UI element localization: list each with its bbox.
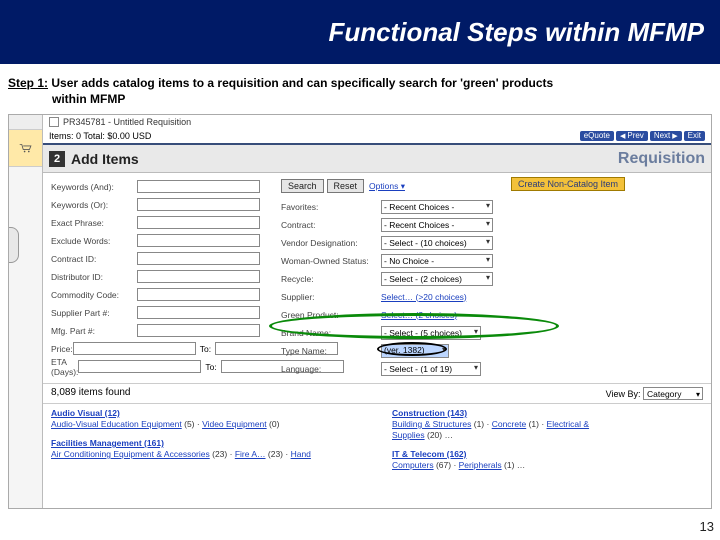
exit-button[interactable]: Exit [684,131,705,141]
options-menu[interactable]: Options ▾ [369,181,405,192]
wizard-rail [9,115,43,508]
view-by-select[interactable]: Category [643,387,703,400]
cat-video-equipment[interactable]: Video Equipment [202,419,267,429]
document-icon [49,117,59,127]
label-exclude: Exclude Words: [51,236,137,246]
search-button[interactable]: Search [281,179,324,193]
label-brand-name: Brand Name: [281,328,381,338]
label-vendor-designation: Vendor Designation: [281,238,381,248]
eta-from-input[interactable] [78,360,201,373]
green-product-select[interactable]: Select… (2 choices) [381,310,457,320]
label-supplier: Supplier: [281,292,381,302]
contract-select[interactable]: - Recent Choices - [381,218,493,232]
step-number-badge: 2 [49,151,65,167]
favorites-select[interactable]: - Recent Choices - [381,200,493,214]
breadcrumb: PR345781 - Untitled Requisition [43,115,711,129]
cat-computers[interactable]: Computers [392,460,434,470]
rail-collapse-handle[interactable] [9,227,19,263]
label-commodity: Commodity Code: [51,290,137,300]
category-results: Audio Visual (12) Audio-Visual Education… [43,404,711,471]
label-favorites: Favorites: [281,202,381,212]
context-label: Requisition [618,150,705,168]
keywords-or-input[interactable] [137,198,260,211]
cat-electrical[interactable]: Electrical & [547,419,590,429]
breadcrumb-text: PR345781 - Untitled Requisition [63,117,191,127]
label-keywords-or: Keywords (Or): [51,200,137,210]
label-contract: Contract: [281,220,381,230]
supplier-part-input[interactable] [137,306,260,319]
label-eta: ETA (Days): [51,357,78,377]
label-distributor-id: Distributor ID: [51,272,137,282]
cat-construction[interactable]: Construction (143) [392,408,467,418]
label-price: Price: [51,344,73,354]
commodity-code-input[interactable] [137,288,260,301]
cat-supplies[interactable]: Supplies [392,430,425,440]
distributor-id-input[interactable] [137,270,260,283]
label-language: Language: [281,364,381,374]
vendor-designation-select[interactable]: - Select - (10 choices) [381,236,493,250]
cat-ac-equipment[interactable]: Air Conditioning Equipment & Accessories [51,449,210,459]
slide-title: Functional Steps within MFMP [328,17,704,48]
view-by-label: View By: [606,389,641,399]
wizard-cart-icon[interactable] [9,129,42,167]
label-recycle: Recycle: [281,274,381,284]
section-header: 2 Add Items Requisition [43,143,711,173]
exclude-words-input[interactable] [137,234,260,247]
label-green-product: Green Product: [281,310,381,320]
mfg-part-input[interactable] [137,324,260,337]
label-to-price: To: [200,344,211,354]
next-button[interactable]: Next▶ [650,131,682,141]
cat-fire[interactable]: Fire A… [235,449,266,459]
label-supplier-part: Supplier Part #: [51,308,137,318]
keywords-and-input[interactable] [137,180,260,193]
filter-panel: Keywords (And): Keywords (Or): Exact Phr… [43,173,711,384]
step-description: Step 1: User adds catalog items to a req… [0,64,720,112]
language-select[interactable]: - Select - (1 of 19) [381,362,481,376]
cat-building[interactable]: Building & Structures [392,419,471,429]
cat-it-telecom[interactable]: IT & Telecom (162) [392,449,466,459]
price-from-input[interactable] [73,342,196,355]
label-mfg-part: Mfg. Part #: [51,326,137,336]
slide-title-bar: Functional Steps within MFMP [0,0,720,64]
more-dots-2[interactable]: … [517,460,526,470]
results-count: 8,089 items found [51,387,131,400]
woman-owned-select[interactable]: - No Choice - [381,254,493,268]
contract-id-input[interactable] [137,252,260,265]
supplier-select[interactable]: Select… (>20 choices) [381,292,467,302]
label-exact: Exact Phrase: [51,218,137,228]
step-text-b: within MFMP [8,92,712,106]
more-dots[interactable]: … [444,430,453,440]
page-number: 13 [700,519,714,534]
cat-peripherals[interactable]: Peripherals [459,460,502,470]
label-type-name: Type Name: [281,346,381,356]
reset-button[interactable]: Reset [327,179,365,193]
label-to-eta: To: [205,362,216,372]
label-keywords-and: Keywords (And): [51,182,137,192]
prev-button[interactable]: ◀Prev [616,131,648,141]
exact-phrase-input[interactable] [137,216,260,229]
label-woman-owned: Woman-Owned Status: [281,256,381,266]
step-text-a: User adds catalog items to a requisition… [51,76,553,90]
cat-hand[interactable]: Hand [291,449,311,459]
create-non-catalog-button[interactable]: Create Non-Catalog Item [511,177,625,191]
type-name-select[interactable]: (ver. 1382) [381,344,449,358]
step-label: Step 1: [8,76,48,90]
label-contract-id: Contract ID: [51,254,137,264]
recycle-select[interactable]: - Select - (2 choices) [381,272,493,286]
brand-select[interactable]: - Select - (5 choices) [381,326,481,340]
cat-concrete[interactable]: Concrete [492,419,527,429]
cat-facilities[interactable]: Facilities Management (161) [51,438,164,448]
cat-audio-visual[interactable]: Audio Visual (12) [51,408,120,418]
items-total: Items: 0 Total: $0.00 USD [49,131,151,141]
equote-button[interactable]: eQuote [580,131,614,141]
section-title: Add Items [71,151,139,167]
mfmp-screenshot: PR345781 - Untitled Requisition Items: 0… [8,114,712,509]
cat-av-education[interactable]: Audio-Visual Education Equipment [51,419,182,429]
